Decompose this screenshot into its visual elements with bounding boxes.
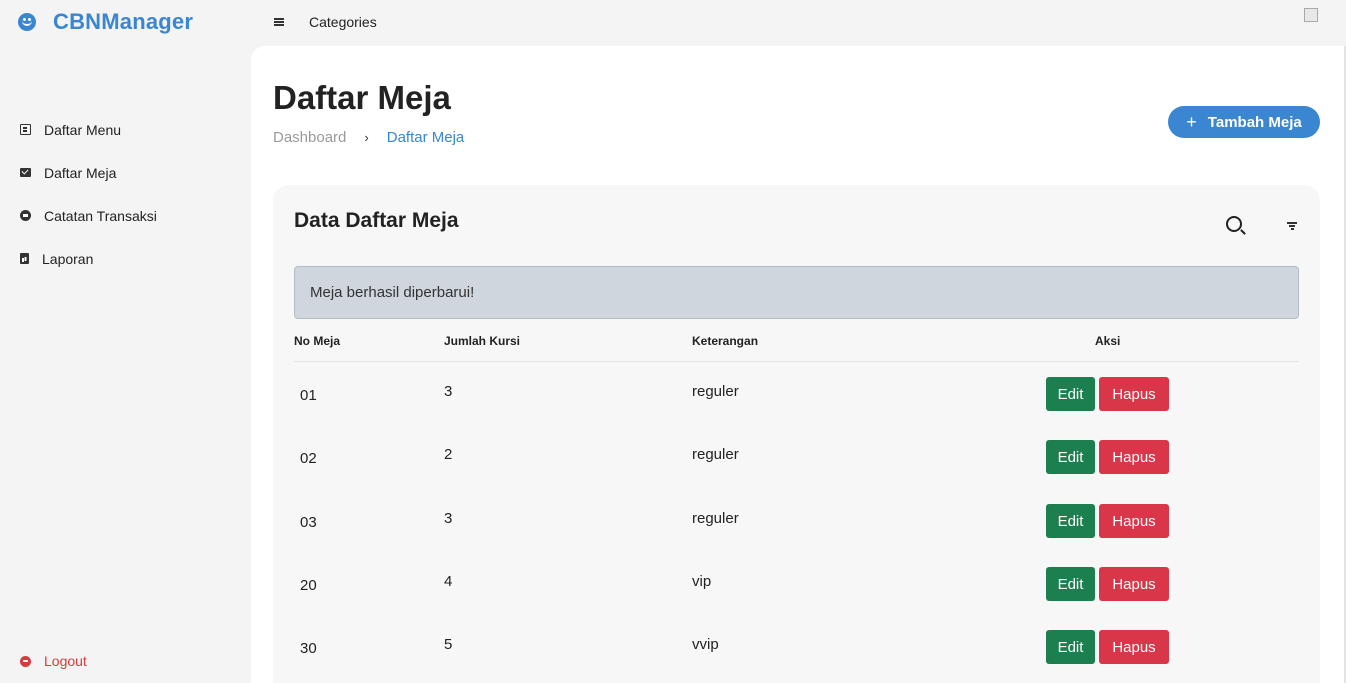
table-card: Data Daftar Meja Meja berhasil diperbaru… [273, 185, 1320, 683]
sidebar-item-catatan-transaksi[interactable]: Catatan Transaksi [0, 194, 250, 237]
sidebar-item-daftar-meja[interactable]: Daftar Meja [0, 151, 250, 194]
cell-keterangan: vvip [692, 636, 719, 653]
column-header-no-meja: No Meja [294, 334, 341, 348]
search-icon[interactable] [1226, 216, 1242, 232]
add-table-button[interactable]: + Tambah Meja [1168, 106, 1320, 138]
cell-no-meja: 20 [300, 577, 317, 594]
arrow-circle-icon [20, 210, 31, 221]
table-row: 30 5 vvip Edit Hapus [294, 616, 1299, 679]
cell-keterangan: reguler [692, 510, 739, 527]
cell-jumlah-kursi: 5 [444, 636, 453, 653]
cell-no-meja: 02 [300, 450, 317, 467]
cell-jumlah-kursi: 4 [444, 573, 453, 590]
sidebar-item-label: Laporan [42, 250, 94, 267]
table-row: 20 4 vip Edit Hapus [294, 553, 1299, 616]
edit-button[interactable]: Edit [1046, 630, 1095, 664]
categories-link[interactable]: Categories [309, 14, 377, 30]
column-header-jumlah-kursi: Jumlah Kursi [444, 334, 521, 348]
page-title: Daftar Meja [273, 79, 451, 116]
table-row: 03 3 reguler Edit Hapus [294, 490, 1299, 553]
edit-button[interactable]: Edit [1046, 504, 1095, 538]
table-header: No Meja Jumlah Kursi Keterangan Aksi [294, 327, 1299, 362]
column-header-keterangan: Keterangan [692, 334, 759, 348]
book-icon [20, 124, 31, 135]
sidebar-item-label: Daftar Menu [44, 121, 122, 138]
table-row: 02 2 reguler Edit Hapus [294, 426, 1299, 489]
topbar: Categories [274, 12, 377, 32]
delete-button[interactable]: Hapus [1099, 440, 1169, 474]
delete-button[interactable]: Hapus [1099, 377, 1169, 411]
cell-jumlah-kursi: 3 [444, 383, 453, 400]
cell-no-meja: 30 [300, 640, 317, 657]
breadcrumb-dashboard[interactable]: Dashboard [273, 129, 346, 146]
add-table-label: Tambah Meja [1207, 113, 1302, 131]
cell-jumlah-kursi: 2 [444, 446, 453, 463]
main-panel: Daftar Meja Dashboard › Daftar Meja + Ta… [251, 46, 1346, 683]
cell-keterangan: reguler [692, 383, 739, 400]
brand-name: CBNManager [53, 9, 194, 34]
delete-button[interactable]: Hapus [1099, 504, 1169, 538]
edit-button[interactable]: Edit [1046, 440, 1095, 474]
logout-icon [20, 655, 31, 667]
table-row: 01 3 reguler Edit Hapus [294, 363, 1299, 426]
cell-no-meja: 03 [300, 514, 317, 531]
sidebar-item-label: Catatan Transaksi [44, 207, 157, 224]
sidebar-item-daftar-menu[interactable]: Daftar Menu [0, 108, 250, 151]
edit-button[interactable]: Edit [1046, 377, 1095, 411]
avatar[interactable] [1304, 8, 1318, 22]
breadcrumb: Dashboard › Daftar Meja [273, 129, 464, 146]
report-file-icon [20, 253, 29, 264]
smiley-logo-icon [18, 13, 36, 31]
filter-icon[interactable] [1287, 222, 1297, 230]
delete-button[interactable]: Hapus [1099, 567, 1169, 601]
column-header-aksi: Aksi [1095, 334, 1121, 348]
sidebar-item-laporan[interactable]: Laporan [0, 237, 250, 280]
sidebar-item-label: Daftar Meja [44, 164, 117, 181]
brand[interactable]: CBNManager [18, 8, 193, 36]
card-title: Data Daftar Meja [294, 209, 459, 232]
cell-keterangan: vip [692, 573, 712, 590]
chevron-right-icon: › [364, 130, 369, 145]
logout-button[interactable]: Logout [20, 653, 87, 669]
plus-icon: + [1186, 111, 1197, 132]
cell-no-meja: 01 [300, 387, 317, 404]
cell-keterangan: reguler [692, 446, 739, 463]
success-alert: Meja berhasil diperbarui! [294, 266, 1299, 319]
edit-button[interactable]: Edit [1046, 567, 1095, 601]
hamburger-menu-icon[interactable] [274, 18, 284, 26]
delete-button[interactable]: Hapus [1099, 630, 1169, 664]
cell-jumlah-kursi: 3 [444, 510, 453, 527]
envelope-icon [20, 168, 31, 177]
sidebar: Daftar Menu Daftar Meja Catatan Transaks… [0, 108, 250, 280]
breadcrumb-current: Daftar Meja [386, 129, 465, 146]
logout-label: Logout [44, 653, 87, 669]
